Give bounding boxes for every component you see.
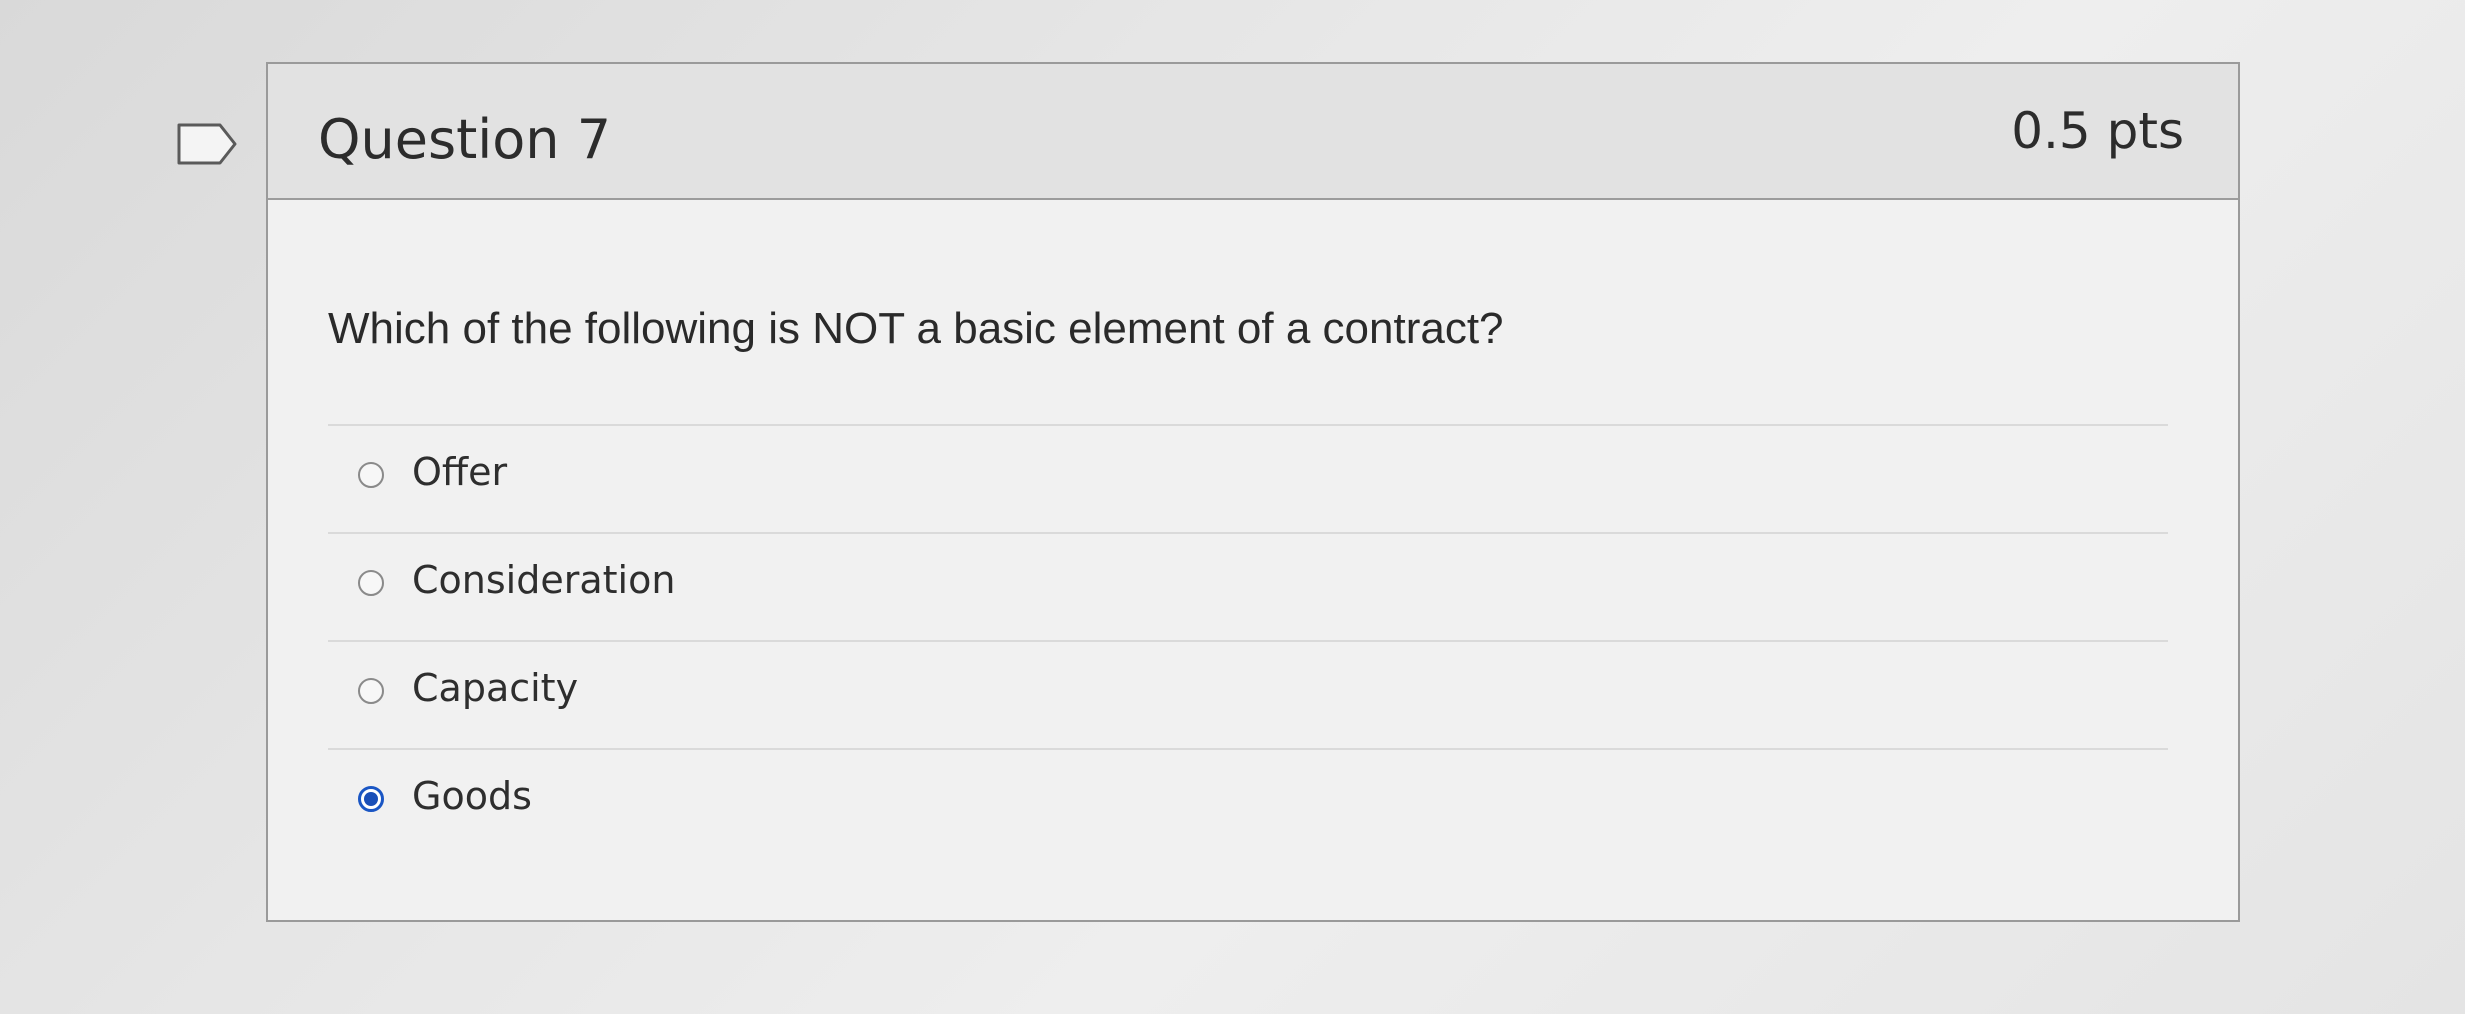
answer-label: Consideration (412, 558, 676, 602)
answer-option-consideration[interactable]: Consideration (328, 532, 2168, 640)
answer-option-goods[interactable]: Goods (328, 748, 2168, 856)
radio-empty-icon[interactable] (358, 570, 384, 596)
question-header: Question 7 0.5 pts (268, 64, 2238, 200)
question-text: Which of the following is NOT a basic el… (328, 304, 1504, 353)
answer-label: Goods (412, 774, 532, 818)
radio-empty-icon[interactable] (358, 678, 384, 704)
answer-option-offer[interactable]: Offer (328, 424, 2168, 532)
answer-option-capacity[interactable]: Capacity (328, 640, 2168, 748)
radio-empty-icon[interactable] (358, 462, 384, 488)
answer-list: Offer Consideration Capacity Goods (328, 424, 2168, 856)
bookmark-flag-icon[interactable] (176, 122, 238, 166)
answer-label: Offer (412, 450, 508, 494)
radio-filled-icon[interactable] (358, 786, 384, 812)
answer-label: Capacity (412, 666, 579, 710)
question-points: 0.5 pts (2011, 102, 2184, 160)
question-title: Question 7 (318, 108, 612, 171)
question-card: Question 7 0.5 pts Which of the followin… (266, 62, 2240, 922)
